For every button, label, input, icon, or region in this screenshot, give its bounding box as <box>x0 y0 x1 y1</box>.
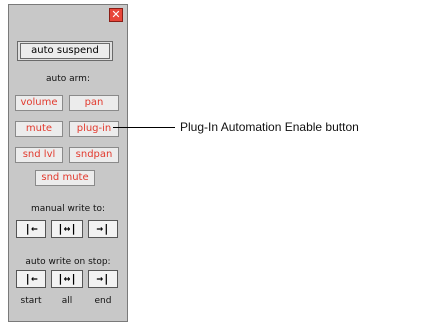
write-to-start-icon: |← <box>24 272 38 285</box>
close-icon: ✕ <box>111 8 121 21</box>
pan-button[interactable]: pan <box>69 95 119 111</box>
send-level-button[interactable]: snd lvl <box>15 147 63 163</box>
send-pan-button[interactable]: sndpan <box>69 147 119 163</box>
auto-write-end-button[interactable]: →| <box>88 270 118 288</box>
write-to-all-icon: |↔| <box>57 272 77 285</box>
auto-arm-heading: auto arm: <box>46 74 90 84</box>
plug-in-button[interactable]: plug-in <box>69 121 119 137</box>
volume-button[interactable]: volume <box>15 95 63 111</box>
manual-write-end-button[interactable]: →| <box>88 220 118 238</box>
send-mute-button[interactable]: snd mute <box>35 170 95 186</box>
mute-button[interactable]: mute <box>15 121 63 137</box>
write-to-end-icon: →| <box>96 222 110 235</box>
close-button[interactable]: ✕ <box>109 8 123 22</box>
write-to-start-icon: |← <box>24 222 38 235</box>
write-to-all-icon: |↔| <box>57 222 77 235</box>
manual-write-all-button[interactable]: |↔| <box>51 220 83 238</box>
auto-write-all-button[interactable]: |↔| <box>51 270 83 288</box>
auto-suspend-button[interactable]: auto suspend <box>20 43 110 59</box>
caption-all: all <box>61 296 73 306</box>
write-to-end-icon: →| <box>96 272 110 285</box>
auto-write-heading: auto write on stop: <box>25 257 111 267</box>
caption-start: start <box>20 296 42 306</box>
automation-window: ✕ auto suspend auto arm: volume pan mute… <box>8 4 128 322</box>
manual-write-heading: manual write to: <box>30 204 106 214</box>
callout-leader-line <box>113 127 175 128</box>
auto-write-start-button[interactable]: |← <box>16 270 46 288</box>
manual-write-start-button[interactable]: |← <box>16 220 46 238</box>
caption-end: end <box>94 296 112 306</box>
callout-label: Plug-In Automation Enable button <box>180 120 359 134</box>
